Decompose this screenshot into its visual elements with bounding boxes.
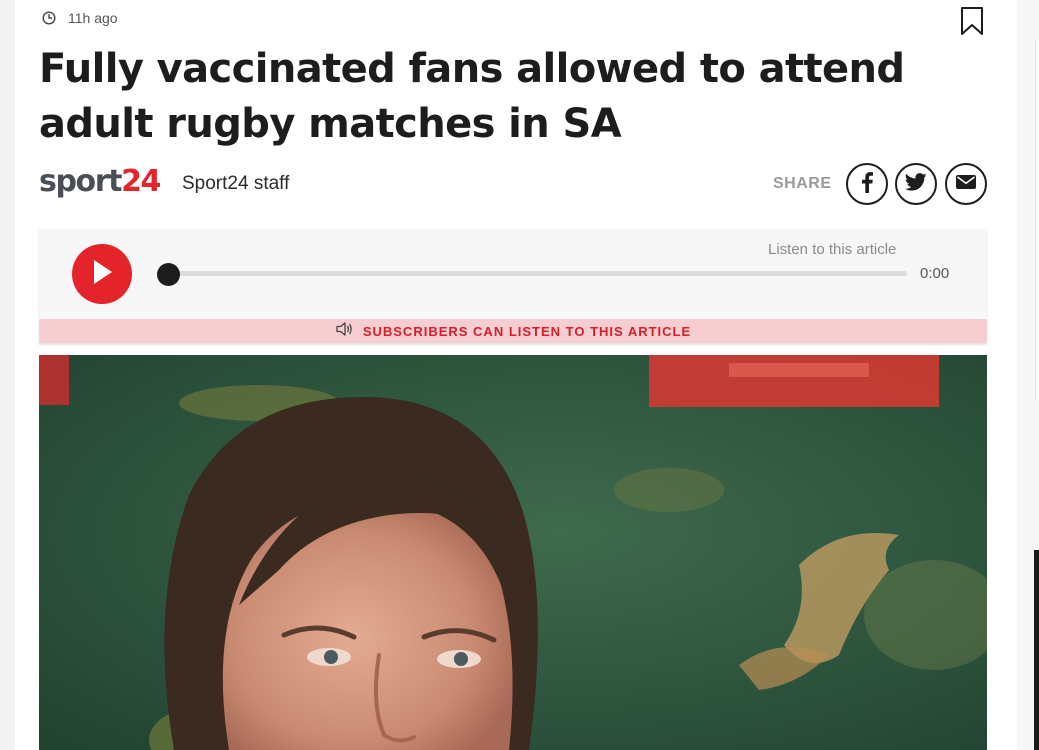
article-timestamp: 11h ago (42, 8, 118, 28)
share-facebook-button[interactable] (846, 163, 888, 205)
clock-icon (42, 11, 56, 25)
share-twitter-button[interactable] (895, 163, 937, 205)
facebook-icon (860, 171, 874, 198)
share-label: SHARE (773, 175, 832, 192)
speaker-icon (335, 321, 353, 342)
side-ad (1034, 550, 1039, 750)
bookmark-icon[interactable] (960, 6, 984, 41)
play-button[interactable] (72, 244, 132, 304)
sport24-logo[interactable]: sport24 (39, 164, 161, 200)
playback-time: 0:00 (920, 265, 950, 282)
logo-number: 24 (121, 164, 161, 199)
article-headline: Fully vaccinated fans allowed to attend … (39, 46, 905, 147)
timestamp-text: 11h ago (68, 10, 118, 26)
subscribers-text: SUBSCRIBERS CAN LISTEN TO THIS ARTICLE (362, 323, 692, 339)
side-panel (1035, 40, 1039, 400)
share-email-button[interactable] (945, 163, 987, 205)
subscribers-notice[interactable]: SUBSCRIBERS CAN LISTEN TO THIS ARTICLE (39, 319, 987, 343)
progress-handle[interactable] (157, 263, 180, 286)
play-icon (91, 259, 113, 290)
twitter-icon (904, 172, 927, 196)
progress-track[interactable] (167, 271, 907, 276)
logo-word: sport (39, 164, 122, 199)
email-icon (956, 174, 976, 195)
listen-label: Listen to this article (768, 241, 897, 258)
article-photo (39, 355, 987, 750)
author-name[interactable]: Sport24 staff (182, 173, 289, 195)
audio-player: Listen to this article 0:00 (39, 230, 987, 319)
